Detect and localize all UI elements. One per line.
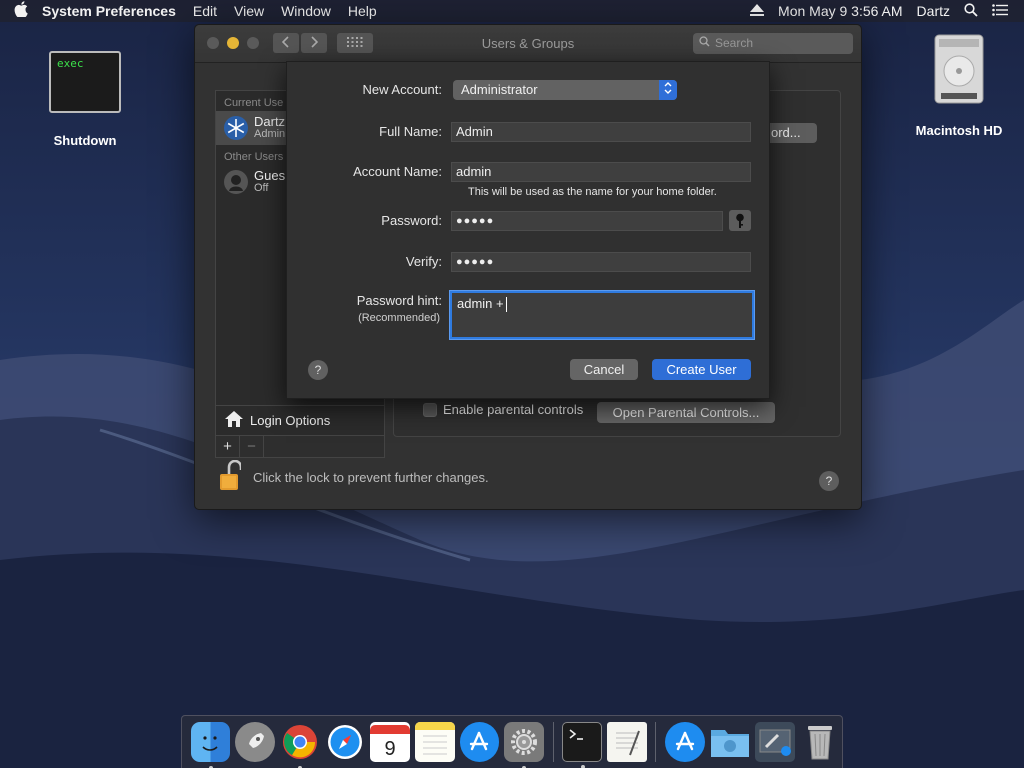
password-field[interactable]: ●●●●● [451,211,723,231]
password-hint-value: admin + [457,296,504,311]
account-type-value: Administrator [461,82,538,97]
finder-icon[interactable] [190,722,231,768]
desktop-icon-label: Shutdown [53,133,117,148]
unlocked-padlock-icon[interactable] [219,459,253,495]
lock-row: Click the lock to prevent further change… [219,459,489,495]
textedit-icon[interactable] [607,722,647,762]
spotlight-icon[interactable] [964,2,978,20]
house-icon [224,410,244,431]
apple-menu-icon[interactable] [10,1,32,21]
app-store-icon[interactable] [459,722,500,762]
new-account-label: New Account: [362,82,443,97]
dock-separator [655,722,657,762]
remove-user-button[interactable]: − [240,436,264,457]
cancel-button[interactable]: Cancel [570,359,638,380]
full-name-field[interactable]: Admin [451,122,751,142]
menu-bar: System Preferences Edit View Window Help… [0,0,1024,22]
downloads-folder-icon[interactable] [710,722,750,762]
menu-clock[interactable]: Mon May 9 3:56 AM [778,3,903,19]
exec-icon-text: exec [57,57,84,70]
add-remove-bar: + − [215,436,385,458]
exec-script-icon: exec [49,51,121,113]
menu-user[interactable]: Dartz [917,3,950,19]
search-placeholder: Search [715,36,754,50]
parental-controls-row: Enable parental controls [423,402,583,417]
verify-label: Verify: [405,254,442,269]
search-input[interactable]: Search [693,33,853,54]
password-hint-field[interactable]: admin + [450,291,754,339]
eject-icon[interactable] [750,3,765,19]
applications-folder-icon[interactable] [664,722,705,762]
dock-separator [552,722,554,762]
sheet-help-button[interactable]: ? [308,360,328,380]
chrome-icon[interactable] [280,722,320,768]
hard-drive-icon [923,33,995,104]
key-icon [736,213,744,228]
desktop-icon-shutdown[interactable]: exec Shutdown [45,51,125,148]
trash-icon[interactable] [800,722,840,762]
desktop-icon-macintosh-hd[interactable]: Macintosh HD [908,33,1010,138]
chevron-up-down-icon [659,80,677,100]
desktop-icon-label: Macintosh HD [915,123,1003,138]
menu-edit[interactable]: Edit [193,3,217,19]
open-parental-controls-button[interactable]: Open Parental Controls... [597,402,775,423]
new-account-sheet: New Account: Administrator Full Name: Ad… [286,61,770,399]
add-user-button[interactable]: + [216,436,240,457]
account-name-label: Account Name: [353,164,442,179]
calendar-icon[interactable]: 9 [369,722,410,762]
change-password-button[interactable]: ord... [765,123,817,143]
password-hint-label: Password hint: [356,293,442,308]
account-type-popup[interactable]: Administrator [453,80,677,100]
menu-view[interactable]: View [234,3,264,19]
terminal-icon[interactable] [562,722,603,768]
lock-message: Click the lock to prevent further change… [253,470,489,485]
password-label: Password: [381,213,442,228]
login-options-item[interactable]: Login Options [216,405,384,435]
menu-help[interactable]: Help [348,3,377,19]
guest-avatar-icon [224,170,248,194]
parental-controls-label: Enable parental controls [443,402,584,417]
password-hint-sublabel: (Recommended) [358,312,440,324]
window-titlebar: Users & Groups Search [195,25,861,63]
full-name-label: Full Name: [379,124,442,139]
menu-window[interactable]: Window [281,3,331,19]
parental-controls-checkbox[interactable] [423,402,437,417]
launchpad-rocket-icon[interactable] [235,722,276,762]
window-help-button[interactable]: ? [819,471,839,491]
text-caret [505,297,507,313]
login-options-label: Login Options [250,413,331,428]
current-user-role: Admin [254,128,286,140]
create-user-button[interactable]: Create User [652,359,751,380]
current-user-name: Dartz [254,114,286,129]
menu-app-name[interactable]: System Preferences [42,3,176,19]
utilities-tool-icon[interactable] [754,722,795,762]
verify-field[interactable]: ●●●●● [451,252,751,272]
account-name-field[interactable]: admin [451,162,751,182]
svg-text:9: 9 [384,738,395,760]
system-preferences-gear-icon[interactable] [504,722,545,768]
dock: 9 [181,715,843,768]
snowflake-avatar-icon [224,116,248,140]
safari-compass-icon[interactable] [325,722,365,762]
password-assistant-button[interactable] [729,210,751,231]
guest-user-name: Gues [254,168,286,183]
search-icon [699,33,710,54]
notification-center-icon[interactable] [992,3,1008,19]
guest-user-status: Off [254,182,269,194]
account-name-note: This will be used as the name for your h… [468,186,717,198]
notes-icon[interactable] [414,722,455,762]
